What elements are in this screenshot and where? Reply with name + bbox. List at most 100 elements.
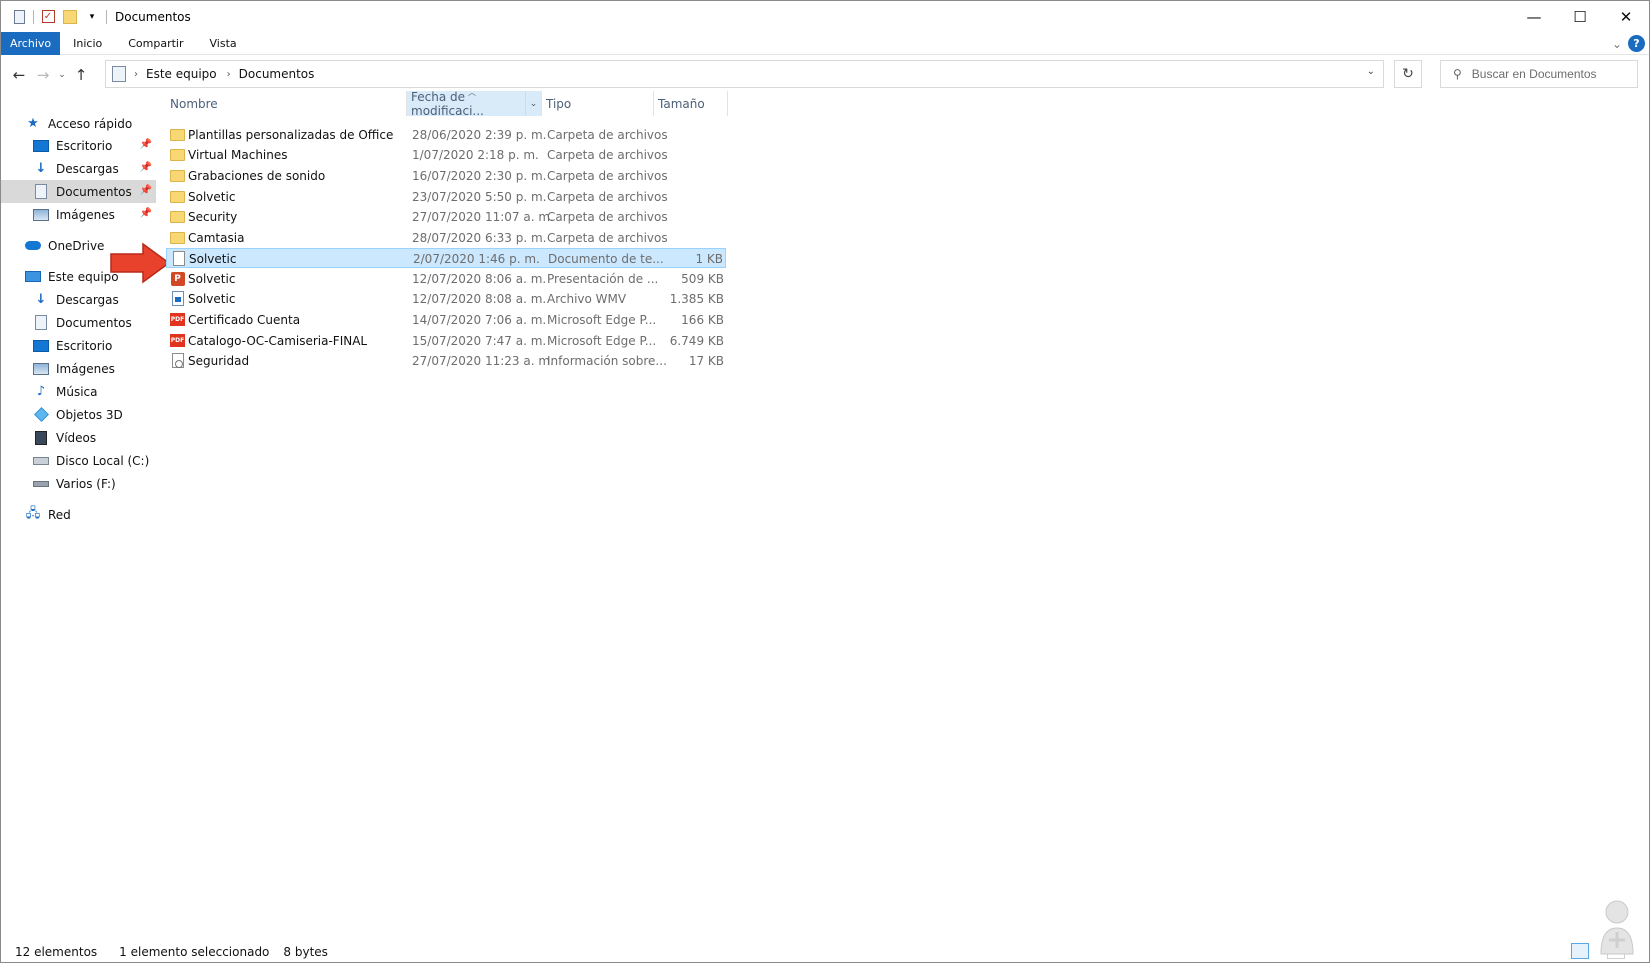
forward-button[interactable]: → [31,63,55,87]
sidebar-item-escritorio[interactable]: Escritorio 📌 [1,134,156,157]
sidebar-item-documentos[interactable]: Documentos 📌 [1,180,156,203]
sidebar-item-descargas[interactable]: ↓ Descargas 📌 [1,157,156,180]
table-row[interactable]: Camtasia 28/07/2020 6:33 p. m. Carpeta d… [166,228,726,248]
recent-locations-button[interactable]: ⌄ [55,63,69,87]
table-row-selected[interactable]: Solvetic 2/07/2020 1:46 p. m. Documento … [166,248,726,268]
sidebar-item-documentos[interactable]: Documentos [1,311,156,334]
sidebar-item-imagenes[interactable]: Imágenes 📌 [1,203,156,226]
table-row[interactable]: PDF Catalogo-OC-Camiseria-FINAL 15/07/20… [166,331,726,351]
minimize-button[interactable]: — [1511,1,1557,32]
file-name: Solvetic [188,190,236,204]
file-date: 23/07/2020 5:50 p. m. [412,190,547,204]
file-size: 6.749 KB [669,334,724,348]
watermark-logo-icon [1600,900,1634,955]
sidebar-item-red[interactable]: 🖧 Red [1,503,156,526]
file-name: Virtual Machines [188,148,288,162]
column-filter-dropdown-icon[interactable]: ⌄ [525,91,541,116]
up-button[interactable]: ↑ [69,63,93,87]
file-size: 17 KB [688,354,724,368]
tab-archivo[interactable]: Archivo [1,31,61,55]
pin-icon[interactable]: 📌 [140,185,152,196]
table-row[interactable]: P Solvetic 12/07/2020 8:06 a. m. Present… [166,269,726,289]
sidebar-item-label: Escritorio [56,138,113,153]
text-file-icon [171,251,186,266]
status-bar: 12 elementos 1 elemento seleccionado 8 b… [1,941,1649,963]
customize-dropdown-icon[interactable]: ▾ [84,9,100,25]
table-row[interactable]: Grabaciones de sonido 16/07/2020 2:30 p.… [166,166,726,186]
breadcrumb-documentos[interactable]: Documentos [239,67,315,81]
maximize-button[interactable]: ☐ [1557,1,1603,32]
sort-ascending-icon: ︿ [468,88,476,97]
column-divider[interactable] [727,91,728,116]
videos-icon [33,430,49,446]
sidebar-item-label: Imágenes [56,207,115,222]
properties-icon[interactable] [11,9,27,25]
sidebar-item-label: Descargas [56,161,119,176]
file-date: 16/07/2020 2:30 p. m. [412,169,547,183]
sidebar-item-objetos-3d[interactable]: Objetos 3D [1,403,156,426]
computer-icon [25,269,41,285]
table-row[interactable]: Solvetic 12/07/2020 8:08 a. m. Archivo W… [166,289,726,309]
file-date: 1/07/2020 2:18 p. m. [412,148,539,162]
drive-icon [33,476,49,492]
close-button[interactable]: ✕ [1603,1,1649,32]
help-icon[interactable]: ? [1628,35,1645,52]
table-row[interactable]: Plantillas personalizadas de Office 28/0… [166,125,726,145]
breadcrumb-este-equipo[interactable]: Este equipo [146,67,217,81]
pdf-file-icon: PDF [170,312,185,327]
star-icon: ★ [27,116,39,131]
checkmark-icon[interactable]: ✓ [40,9,56,25]
folder-icon [170,127,185,142]
pictures-icon [33,207,49,223]
tab-compartir[interactable]: Compartir [115,32,196,55]
sidebar-item-varios[interactable]: Varios (F:) [1,472,156,495]
address-bar[interactable]: › Este equipo › Documentos ⌄ [105,60,1384,88]
desktop-icon [33,138,49,154]
sidebar-item-label: Varios (F:) [56,476,116,491]
file-size: 1.385 KB [669,292,724,306]
sidebar-item-label: Descargas [56,292,119,307]
table-row[interactable]: Solvetic 23/07/2020 5:50 p. m. Carpeta d… [166,187,726,207]
table-row[interactable]: Virtual Machines 1/07/2020 2:18 p. m. Ca… [166,145,726,165]
tab-vista[interactable]: Vista [197,32,250,55]
sidebar-item-escritorio[interactable]: Escritorio [1,334,156,357]
pin-icon[interactable]: 📌 [140,139,152,150]
file-name: Catalogo-OC-Camiseria-FINAL [188,334,368,348]
file-date: 2/07/2020 1:46 p. m. [413,252,540,266]
refresh-button[interactable]: ↻ [1394,60,1422,88]
search-input[interactable] [1471,67,1622,81]
address-dropdown-icon[interactable]: ⌄ [1367,66,1375,77]
table-row[interactable]: Security 27/07/2020 11:07 a. m. Carpeta … [166,207,726,227]
table-row[interactable]: PDF Certificado Cuenta 14/07/2020 7:06 a… [166,310,726,330]
search-box[interactable]: ⚲ [1440,60,1638,88]
sidebar-item-acceso-rapido[interactable]: ★ Acceso rápido [1,112,156,135]
file-size: 1 KB [695,252,723,266]
file-date: 14/07/2020 7:06 a. m. [412,313,547,327]
file-type: Microsoft Edge P... [547,313,657,327]
column-header-tipo[interactable]: Tipo [542,91,653,116]
back-button[interactable]: ← [7,63,31,87]
sidebar-item-musica[interactable]: ♪ Música [1,380,156,403]
column-header-nombre[interactable]: Nombre [166,91,406,116]
sidebar-item-imagenes[interactable]: Imágenes [1,357,156,380]
tab-inicio[interactable]: Inicio [60,32,115,55]
pin-icon[interactable]: 📌 [140,208,152,219]
table-row[interactable]: Seguridad 27/07/2020 11:23 a. m. Informa… [166,351,726,371]
file-name: Certificado Cuenta [188,313,301,327]
pin-icon[interactable]: 📌 [140,162,152,173]
pdf-file-icon: PDF [170,333,185,348]
file-size: 509 KB [681,272,724,286]
file-type: Carpeta de archivos [547,148,668,162]
sidebar-item-videos[interactable]: Vídeos [1,426,156,449]
new-folder-icon[interactable] [62,9,78,25]
file-date: 12/07/2020 8:08 a. m. [412,292,547,306]
column-header-tamano[interactable]: Tamaño [654,91,726,116]
3d-objects-icon [33,407,49,423]
selection-count: 1 elemento seleccionado [119,945,270,959]
expand-ribbon-icon[interactable]: ⌄ [1612,37,1622,51]
sidebar-item-label: Vídeos [56,430,97,445]
sidebar-item-disco-local[interactable]: Disco Local (C:) [1,449,156,472]
details-view-icon[interactable] [1571,943,1589,959]
file-date: 15/07/2020 7:47 a. m. [412,334,547,348]
sidebar-item-descargas[interactable]: ↓ Descargas [1,288,156,311]
